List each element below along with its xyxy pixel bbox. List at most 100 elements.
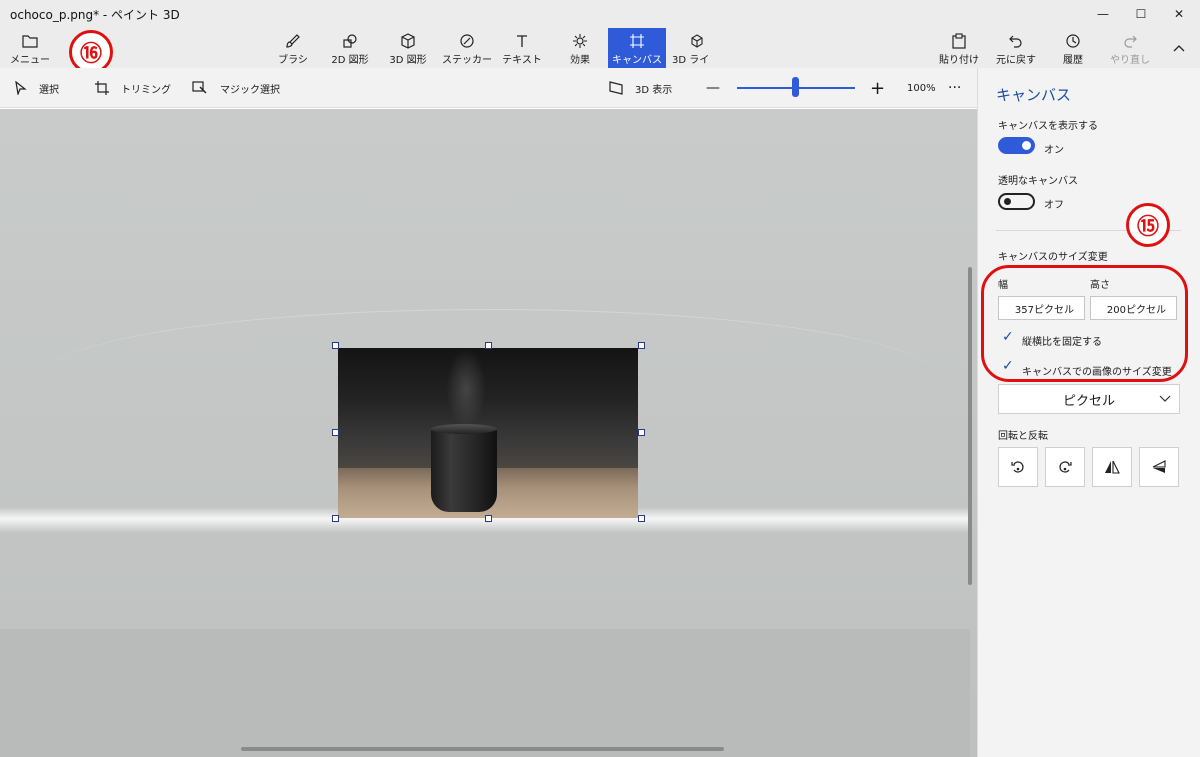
- transparent-canvas-label: 透明なキャンバス: [998, 176, 1078, 187]
- tool-label: キャンバス: [612, 55, 662, 66]
- menu-label: メニュー: [10, 55, 50, 66]
- undo-button[interactable]: 元に戻す: [994, 28, 1038, 68]
- horizontal-scrollbar[interactable]: [241, 747, 724, 751]
- folder-icon: [22, 33, 38, 49]
- view-3d-button[interactable]: 3D 表示: [609, 68, 672, 108]
- paste-button[interactable]: 貼り付け: [938, 28, 980, 68]
- clipboard-icon: [952, 33, 966, 49]
- resize-canvas-label: キャンバスのサイズ変更: [998, 252, 1108, 263]
- unit-dropdown[interactable]: ピクセル: [998, 384, 1180, 414]
- shapes-3d-icon: [400, 33, 416, 49]
- resize-handle-bottom[interactable]: [485, 515, 492, 522]
- resize-handle-right[interactable]: [638, 429, 645, 436]
- rotate-flip-label: 回転と反転: [998, 431, 1048, 442]
- history-button[interactable]: 履歴: [1053, 28, 1093, 68]
- tool-options-bar: 選択 トリミング マジック選択 3D 表示 — + 100% ···: [0, 68, 977, 108]
- history-icon: [1065, 33, 1081, 49]
- rotate-right-button[interactable]: [1045, 447, 1085, 487]
- flip-vertical-button[interactable]: [1139, 447, 1179, 487]
- show-canvas-label: キャンバスを表示する: [998, 121, 1098, 132]
- crop-button[interactable]: トリミング: [95, 68, 171, 108]
- text-icon: [514, 33, 530, 49]
- image-cup-rim: [431, 424, 497, 434]
- canvas-panel: キャンバス キャンバスを表示する オン 透明なキャンバス オフ キャンバスのサイ…: [977, 68, 1200, 757]
- canvas-icon: [629, 33, 645, 49]
- flip-horizontal-button[interactable]: [1092, 447, 1132, 487]
- resize-handle-top[interactable]: [485, 342, 492, 349]
- tool-brush[interactable]: ブラシ: [273, 28, 313, 68]
- menu-button[interactable]: メニュー: [10, 28, 50, 68]
- zoom-out-button[interactable]: —: [706, 68, 720, 108]
- show-canvas-toggle[interactable]: [998, 137, 1035, 154]
- crop-icon: [95, 81, 109, 95]
- tool-canvas[interactable]: キャンバス: [608, 28, 666, 68]
- brush-icon: [285, 33, 301, 49]
- resize-handle-bottom-right[interactable]: [638, 515, 645, 522]
- resize-handle-bottom-left[interactable]: [332, 515, 339, 522]
- close-button[interactable]: ✕: [1156, 0, 1200, 28]
- unit-value: ピクセル: [1062, 393, 1115, 409]
- effects-icon: [572, 33, 588, 49]
- select-label: 選択: [39, 84, 59, 96]
- crop-label: トリミング: [121, 84, 171, 96]
- tool-label: ブラシ: [278, 55, 308, 66]
- annotation-highlight-oval: [981, 265, 1188, 382]
- paint-3d-app: ochoco_p.png* - ペイント 3D — ☐ ✕ メニュー ⑯ ブラシ…: [0, 0, 1200, 757]
- rotate-left-button[interactable]: [998, 447, 1038, 487]
- paste-label: 貼り付け: [939, 55, 979, 66]
- workspace-floor: [0, 629, 970, 757]
- magic-select-label: マジック選択: [220, 84, 280, 96]
- title-bar: ochoco_p.png* - ペイント 3D — ☐ ✕: [0, 0, 1200, 28]
- toggle-knob: [1004, 198, 1011, 205]
- canvas-image[interactable]: [338, 348, 638, 518]
- tool-text[interactable]: テキスト: [502, 28, 542, 68]
- rotate-right-icon: [1059, 461, 1072, 473]
- more-options-button[interactable]: ···: [948, 68, 961, 108]
- image-cup: [431, 426, 497, 512]
- tool-stickers[interactable]: ステッカー: [442, 28, 492, 68]
- tool-2d-shapes[interactable]: 2D 図形: [327, 28, 373, 68]
- zoom-slider-thumb[interactable]: [792, 77, 799, 97]
- redo-icon: [1122, 33, 1138, 49]
- window-title: ochoco_p.png* - ペイント 3D: [10, 8, 180, 22]
- select-button[interactable]: 選択: [15, 68, 59, 108]
- image-steam: [446, 348, 486, 428]
- tool-3d-shapes[interactable]: 3D 図形: [385, 28, 431, 68]
- resize-handle-top-right[interactable]: [638, 342, 645, 349]
- zoom-level[interactable]: 100%: [907, 68, 936, 108]
- tool-label: 3D 図形: [389, 55, 427, 66]
- tool-label: 2D 図形: [331, 55, 369, 66]
- library-3d-icon: [689, 33, 705, 49]
- rotate-left-icon: [1011, 461, 1024, 473]
- chevron-down-icon: [1159, 392, 1171, 406]
- redo-button[interactable]: やり直し: [1108, 28, 1152, 68]
- tool-label: テキスト: [502, 55, 542, 66]
- view-3d-label: 3D 表示: [635, 84, 673, 96]
- tool-effects[interactable]: 効果: [560, 28, 600, 68]
- view-3d-icon: [609, 81, 623, 95]
- flip-vertical-icon: [1152, 460, 1166, 473]
- undo-icon: [1008, 33, 1024, 49]
- cursor-icon: [15, 81, 27, 95]
- undo-label: 元に戻す: [996, 55, 1036, 66]
- toggle-knob: [1022, 141, 1031, 150]
- show-canvas-state: オン: [1044, 145, 1064, 156]
- panel-title: キャンバス: [996, 86, 1072, 104]
- flip-horizontal-icon: [1105, 460, 1120, 474]
- magic-select-button[interactable]: マジック選択: [192, 68, 280, 108]
- transparent-canvas-toggle[interactable]: [998, 193, 1035, 210]
- resize-handle-left[interactable]: [332, 429, 339, 436]
- collapse-ribbon-button[interactable]: [1166, 28, 1192, 68]
- resize-handle-top-left[interactable]: [332, 342, 339, 349]
- shapes-2d-icon: [342, 33, 358, 49]
- history-label: 履歴: [1063, 55, 1083, 66]
- sticker-icon: [459, 33, 475, 49]
- redo-label: やり直し: [1110, 55, 1150, 66]
- tool-label: 効果: [570, 55, 590, 66]
- vertical-scrollbar[interactable]: [968, 267, 972, 585]
- chevron-up-icon: [1173, 40, 1185, 56]
- zoom-in-button[interactable]: +: [870, 68, 885, 108]
- tool-label: ステッカー: [442, 55, 492, 66]
- canvas-workspace[interactable]: [0, 109, 977, 757]
- tool-3d-library[interactable]: 3D ライブ...: [672, 28, 722, 81]
